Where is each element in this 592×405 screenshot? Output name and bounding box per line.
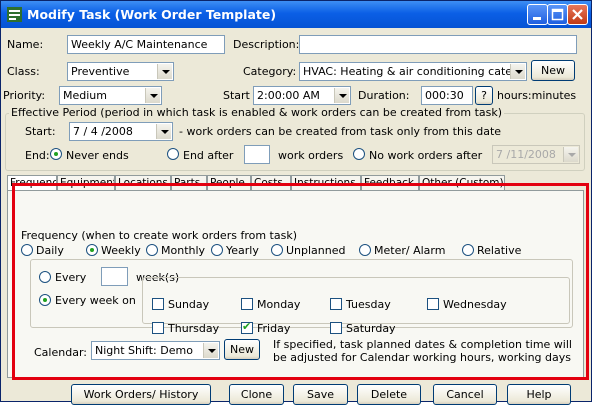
cancel-label: Cancel	[446, 388, 484, 401]
effective-start-label: Start:	[25, 125, 56, 138]
clone-label: Clone	[240, 388, 273, 401]
priority-label: Priority:	[3, 89, 46, 102]
name-label: Name:	[7, 38, 44, 51]
new-category-button[interactable]: New	[531, 60, 575, 81]
no-work-orders-after-radio[interactable]	[353, 148, 365, 160]
never-ends-radio[interactable]	[50, 148, 62, 160]
minimize-icon	[533, 17, 541, 20]
class-select[interactable]: Preventive	[67, 62, 174, 81]
no-work-orders-date-value: 7 /11/2008	[496, 148, 556, 161]
effective-start-date-value: 7 / 4 /2008	[73, 125, 133, 138]
work-orders-label: work orders	[278, 149, 344, 162]
category-label: Category:	[243, 65, 297, 78]
app-icon	[7, 7, 22, 22]
help-label: Help	[526, 388, 552, 401]
save-label: Save	[306, 388, 334, 401]
duration-input[interactable]: 000:30	[421, 86, 473, 105]
end-after-label: End after	[183, 149, 234, 162]
work-orders-history-label: Work Orders/ History	[83, 388, 199, 401]
never-ends-label: Never ends	[66, 149, 129, 162]
highlight-annotation-box	[12, 183, 589, 380]
no-work-orders-date[interactable]: 7 /11/2008	[492, 145, 580, 164]
calendar-dropdown-icon[interactable]	[563, 147, 578, 162]
no-work-orders-after-label: No work orders after	[369, 149, 483, 162]
title-bar[interactable]: Modify Task (Work Order Template)	[1, 1, 591, 28]
start-time-value: 2:00:00 AM	[257, 89, 320, 102]
maximize-button[interactable]	[547, 4, 568, 25]
category-select-value: HVAC: Heating & air conditioning cate	[303, 65, 513, 78]
description-input[interactable]	[299, 35, 577, 54]
effective-period-legend: Effective Period (period in which task i…	[9, 106, 505, 119]
chevron-down-icon[interactable]	[510, 64, 525, 79]
close-button[interactable]	[567, 4, 588, 25]
class-select-value: Preventive	[71, 65, 130, 78]
delete-label: Delete	[370, 388, 408, 401]
close-icon	[572, 9, 583, 20]
minimize-button[interactable]	[527, 4, 548, 25]
calendar-dropdown-icon[interactable]	[156, 124, 171, 139]
start-time-label: Start	[223, 89, 250, 102]
name-input[interactable]: Weekly A/C Maintenance	[67, 35, 225, 54]
modify-task-window: Modify Task (Work Order Template) Name: …	[0, 0, 592, 405]
effective-end-label: End:	[25, 149, 50, 162]
chevron-down-icon[interactable]	[145, 88, 160, 103]
duration-unit-label: hours:minutes	[497, 89, 577, 102]
duration-label: Duration:	[358, 89, 410, 102]
priority-select-value: Medium	[63, 89, 107, 102]
class-label: Class:	[7, 65, 40, 78]
maximize-icon	[551, 8, 564, 21]
chevron-down-icon[interactable]	[157, 64, 172, 79]
end-after-radio[interactable]	[167, 148, 179, 160]
chevron-down-icon[interactable]	[334, 88, 349, 103]
description-label: Description:	[233, 38, 300, 51]
effective-start-note: - work orders can be created from task o…	[179, 125, 502, 138]
start-time-select[interactable]: 2:00:00 AM	[253, 86, 351, 105]
window-title: Modify Task (Work Order Template)	[27, 7, 277, 22]
priority-select[interactable]: Medium	[59, 86, 162, 105]
effective-start-date[interactable]: 7 / 4 /2008	[69, 122, 173, 141]
end-after-count-input[interactable]	[244, 145, 270, 164]
duration-help-button[interactable]: ?	[475, 86, 493, 105]
category-select[interactable]: HVAC: Heating & air conditioning cate	[299, 62, 527, 81]
